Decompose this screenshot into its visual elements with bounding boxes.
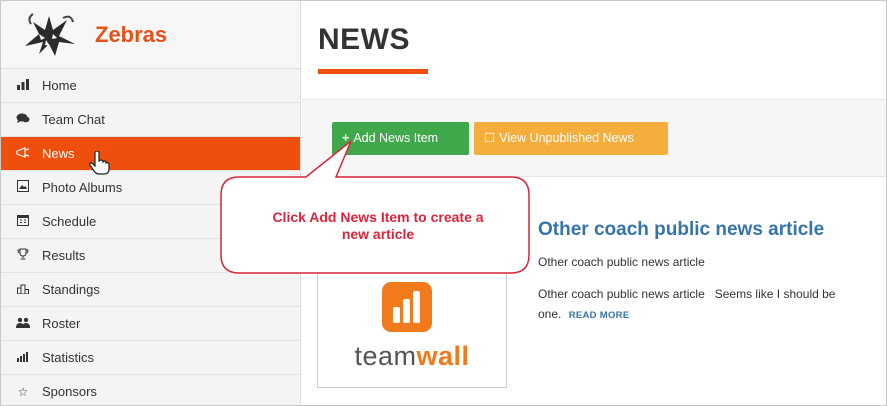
sidebar-item-standings[interactable]: Standings bbox=[1, 273, 300, 307]
article-body-continued: one. bbox=[538, 307, 562, 321]
sidebar-item-label: Results bbox=[42, 248, 86, 263]
square-outline-icon: ☐ bbox=[484, 131, 496, 145]
sidebar-item-team-chat[interactable]: Team Chat bbox=[1, 103, 300, 137]
sidebar-item-photo-albums[interactable]: Photo Albums bbox=[1, 171, 300, 205]
stats-icon bbox=[15, 351, 31, 365]
sidebar-item-label: News bbox=[42, 146, 75, 161]
news-toolbar: + Add News Item ☐ View Unpublished News bbox=[302, 99, 886, 177]
calendar-icon bbox=[15, 214, 31, 229]
callout-text: Click Add News Item to create a new arti… bbox=[233, 209, 523, 243]
article-title-link[interactable]: Other coach public news article bbox=[538, 219, 824, 241]
sidebar-item-roster[interactable]: Roster bbox=[1, 307, 300, 341]
sidebar-item-home[interactable]: Home bbox=[1, 69, 300, 103]
star-outline-icon: ☆ bbox=[17, 384, 29, 399]
article-thumbnail[interactable]: teamwall bbox=[317, 256, 507, 388]
sidebar-item-label: Roster bbox=[42, 316, 81, 331]
brand-header[interactable]: Zebras bbox=[1, 1, 300, 69]
sidebar-item-label: Schedule bbox=[42, 214, 97, 229]
sidebar-item-label: Home bbox=[42, 78, 77, 93]
brand-name: Zebras bbox=[95, 21, 168, 47]
sidebar-item-label: Team Chat bbox=[42, 112, 105, 127]
article-body-text: Other coach public news article Seems li… bbox=[538, 287, 836, 301]
view-unpublished-label: View Unpublished News bbox=[499, 131, 634, 145]
sidebar-item-label: Standings bbox=[42, 282, 100, 297]
view-unpublished-news-button[interactable]: ☐ View Unpublished News bbox=[474, 122, 668, 155]
bar-chart-icon bbox=[15, 78, 31, 93]
sidebar-item-label: Sponsors bbox=[42, 384, 97, 399]
article-body: Other coach public news article Seems li… bbox=[538, 284, 886, 326]
add-news-item-button[interactable]: + Add News Item bbox=[332, 122, 469, 155]
sidebar-item-results[interactable]: Results bbox=[1, 239, 300, 273]
chat-bubbles-icon bbox=[15, 113, 31, 127]
add-news-item-label: Add News Item bbox=[353, 131, 439, 145]
trophy-icon bbox=[15, 248, 31, 263]
callout-line-2: new article bbox=[341, 226, 415, 242]
megaphone-icon bbox=[15, 146, 31, 161]
hand-pointer-icon bbox=[89, 151, 110, 175]
podium-icon bbox=[15, 282, 31, 297]
sidebar-item-sponsors[interactable]: ☆ Sponsors bbox=[1, 375, 300, 405]
article-subtitle: Other coach public news article bbox=[538, 255, 705, 269]
app-frame: Zebras Home Team Chat News Photo Albums … bbox=[0, 0, 887, 406]
sidebar-item-statistics[interactable]: Statistics bbox=[1, 341, 300, 375]
page-title: NEWS bbox=[318, 23, 410, 56]
title-underline bbox=[318, 69, 428, 74]
teamwall-logo-icon bbox=[382, 282, 432, 332]
users-icon bbox=[15, 317, 31, 331]
sidebar-item-label: Statistics bbox=[42, 350, 95, 365]
callout-line-1: Click Add News Item to create a bbox=[272, 209, 484, 225]
read-more-link[interactable]: READ MORE bbox=[569, 310, 630, 321]
sidebar: Zebras Home Team Chat News Photo Albums … bbox=[1, 1, 301, 405]
sidebar-item-news[interactable]: News bbox=[1, 137, 300, 171]
sidebar-item-label: Photo Albums bbox=[42, 180, 123, 195]
photo-icon bbox=[15, 180, 31, 195]
plus-icon: + bbox=[342, 131, 350, 145]
main-content: NEWS + Add News Item ☐ View Unpublished Ne… bbox=[302, 1, 886, 405]
teamwall-wordmark: teamwall bbox=[354, 341, 470, 371]
zebra-logo-icon bbox=[19, 10, 81, 60]
